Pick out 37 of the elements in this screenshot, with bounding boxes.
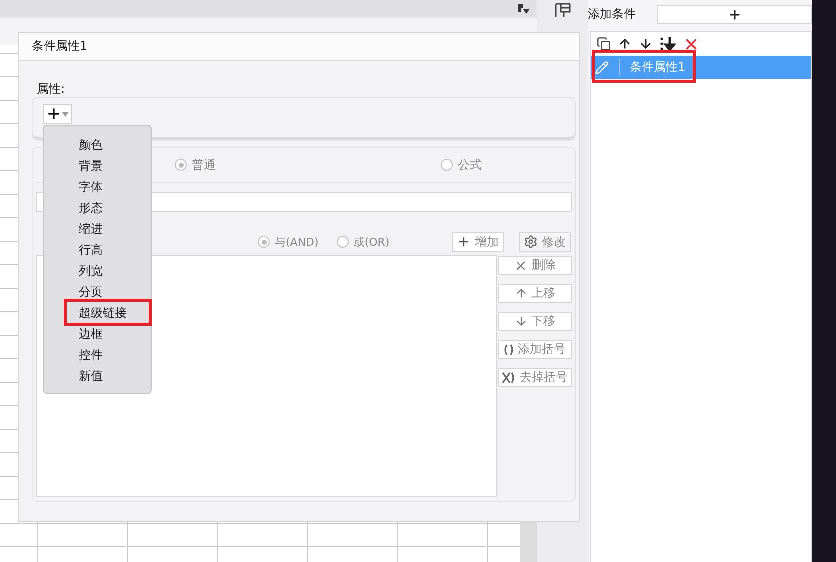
format-icon[interactable] (518, 4, 530, 14)
menu-item[interactable]: 边框 (44, 324, 151, 345)
side-button[interactable]: 去掉括号 (498, 368, 572, 387)
add-condition-label: 添加条件 (588, 6, 637, 23)
menu-item[interactable]: 缩进 (44, 219, 151, 240)
menu-item[interactable]: 新值 (44, 366, 151, 387)
layout-icon[interactable] (554, 2, 570, 18)
copy-icon[interactable] (597, 37, 611, 51)
menu-item[interactable]: 行高 (44, 240, 151, 261)
side-button[interactable]: 删除 (498, 256, 572, 275)
pencil-icon (595, 60, 609, 74)
toolbar-button[interactable]: 增加 (452, 232, 504, 252)
side-button[interactable]: 下移 (498, 312, 572, 331)
menu-item[interactable]: 字体 (44, 177, 151, 198)
property-label: 属性: (37, 81, 66, 97)
dialog-title: 条件属性1 (19, 33, 579, 61)
menu-item[interactable]: 背景 (44, 156, 151, 177)
menu-item[interactable]: 分页 (44, 282, 151, 303)
menu-item[interactable]: 列宽 (44, 261, 151, 282)
arrow-up-icon[interactable] (618, 37, 632, 51)
menu-item[interactable]: 颜色 (44, 135, 151, 156)
menu-item[interactable]: 形态 (44, 198, 151, 219)
arrow-up-icon (514, 287, 528, 300)
move-bottom-icon[interactable] (660, 37, 676, 51)
menu-item[interactable]: 控件 (44, 345, 151, 366)
plus-icon (46, 106, 62, 122)
gear-icon (524, 235, 538, 249)
remove-parentheses-icon (502, 372, 516, 384)
plus-icon (457, 235, 471, 249)
side-button[interactable]: 上移 (498, 284, 572, 303)
add-property-button[interactable] (43, 104, 72, 124)
caret-icon (62, 112, 69, 116)
arrow-down-icon[interactable] (639, 37, 653, 51)
parentheses-icon (504, 344, 514, 356)
side-button[interactable]: 添加括号 (498, 340, 572, 359)
arrow-down-icon (514, 315, 528, 328)
plus-icon (728, 8, 742, 22)
